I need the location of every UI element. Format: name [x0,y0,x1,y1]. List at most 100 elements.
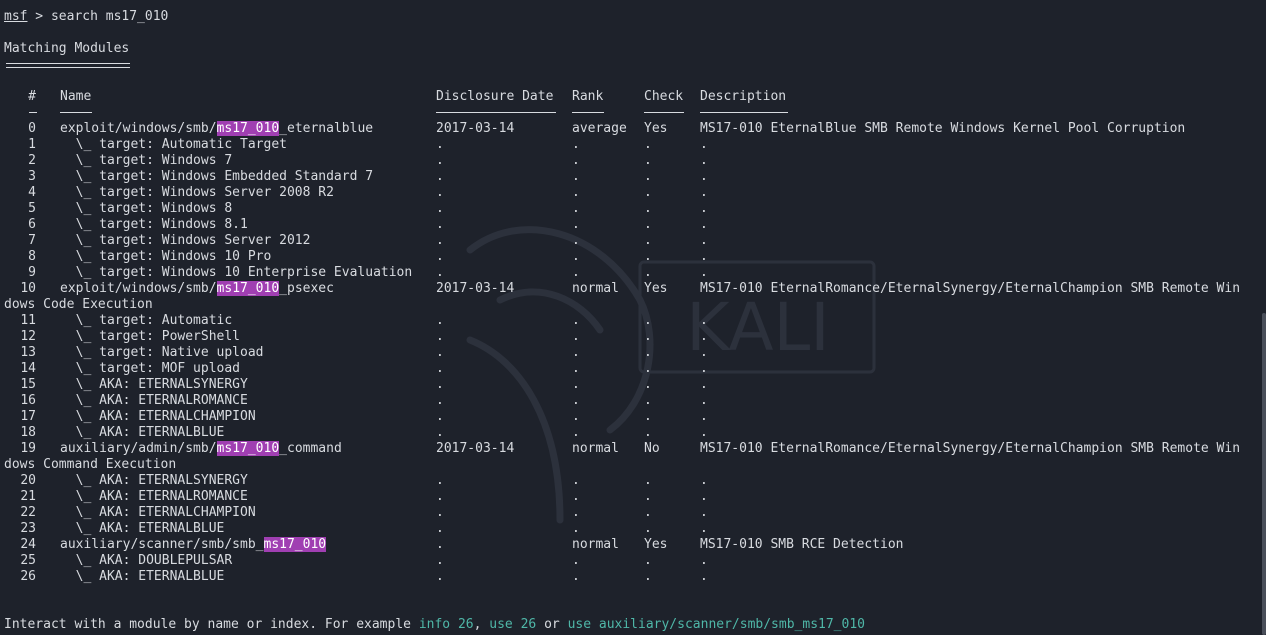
matching-modules-heading: Matching Modules [4,41,130,56]
disclosure-date: . [436,473,444,488]
row-number: 0 [28,121,36,136]
prompt-arrow: > [27,9,51,24]
description: . [700,489,708,504]
row-number: 3 [28,169,36,184]
check: . [644,169,652,184]
description: . [700,409,708,424]
module-name[interactable]: \_ AKA: ETERNALBLUE [60,521,225,537]
disclosure-date: . [436,201,444,216]
module-name[interactable]: exploit/windows/smb/ms17_010_psexec [60,281,334,297]
terminal-output[interactable]: msf > search ms17_010 Matching Modules #… [0,0,1266,635]
rank: . [572,409,580,424]
module-name-part: \_ AKA: ETERNALSYNERGY [60,473,248,488]
description-wrap: dows Code Execution [4,297,153,312]
use-index-command-link[interactable]: use 26 [489,617,536,632]
module-name-part: \_ AKA: ETERNALBLUE [60,569,225,584]
footer-text: Interact with a module by name or index.… [4,617,419,632]
rank: . [572,249,580,264]
row-number: 6 [28,217,36,232]
module-name-part: \_ target: MOF upload [60,361,241,376]
description: . [700,201,708,216]
rank: . [572,217,580,232]
disclosure-date: 2017-03-14 [436,441,515,456]
module-name[interactable]: \_ target: PowerShell [60,329,240,345]
search-match-highlight: ms17_010 [216,121,280,136]
disclosure-date: . [436,249,444,264]
disclosure-date: . [436,217,444,232]
check: . [644,473,652,488]
module-name[interactable]: exploit/windows/smb/ms17_010_eternalblue [60,121,373,137]
header-date: Disclosure Date [436,89,554,104]
rank: . [572,377,580,392]
module-name[interactable]: \_ target: Windows 10 Pro [60,249,272,265]
module-name[interactable]: \_ target: Windows 8.1 [60,217,248,233]
module-name[interactable]: \_ target: Native upload [60,345,264,361]
check: . [644,569,652,584]
use-module-command-link[interactable]: use auxiliary/scanner/smb/smb_ms17_010 [568,617,865,632]
module-name[interactable]: \_ AKA: ETERNALBLUE [60,569,225,585]
module-name[interactable]: \_ target: Windows 8 [60,201,233,217]
check: . [644,137,652,152]
disclosure-date: 2017-03-14 [436,121,515,136]
module-name[interactable]: \_ AKA: ETERNALBLUE [60,425,225,441]
disclosure-date: . [436,329,444,344]
module-name[interactable]: \_ AKA: ETERNALROMANCE [60,393,248,409]
header-name: Name [60,89,92,104]
module-name[interactable]: \_ AKA: ETERNALCHAMPION [60,409,256,425]
module-name-part: \_ AKA: ETERNALBLUE [60,521,225,536]
module-name[interactable]: \_ AKA: DOUBLEPULSAR [60,553,233,569]
module-name[interactable]: \_ target: Windows Embedded Standard 7 [60,169,373,185]
rank: . [572,137,580,152]
module-name[interactable]: \_ AKA: ETERNALSYNERGY [60,377,248,393]
description: . [700,137,708,152]
description: . [700,265,708,280]
description: . [700,393,708,408]
check: . [644,345,652,360]
row-number: 5 [28,201,36,216]
disclosure-date: . [436,169,444,184]
info-command-link[interactable]: info 26 [419,617,474,632]
check: . [644,553,652,568]
module-name[interactable]: \_ AKA: ETERNALCHAMPION [60,505,256,521]
search-match-highlight: ms17_010 [216,441,280,456]
disclosure-date: . [436,537,444,552]
description: MS17-010 SMB RCE Detection [700,537,904,552]
footer-sep-1: , [473,617,490,632]
rank: . [572,569,580,584]
row-number: 1 [28,137,36,152]
rank: . [572,521,580,536]
check: . [644,233,652,248]
description: . [700,313,708,328]
module-name[interactable]: \_ target: Automatic Target [60,137,287,153]
search-match-highlight: ms17_010 [216,281,280,296]
module-name[interactable]: \_ AKA: ETERNALSYNERGY [60,473,248,489]
module-name[interactable]: \_ target: Automatic [60,313,233,329]
module-name[interactable]: \_ AKA: ETERNALROMANCE [60,489,248,505]
module-name-part: \_ target: Automatic [60,313,233,328]
row-number: 2 [28,153,36,168]
disclosure-date: . [436,377,444,392]
module-name-part: _command [279,441,342,456]
disclosure-date: . [436,393,444,408]
module-name[interactable]: \_ target: Windows Server 2012 [60,233,311,249]
row-number: 19 [20,441,36,456]
module-name[interactable]: \_ target: Windows 10 Enterprise Evaluat… [60,265,413,281]
description: MS17-010 EternalBlue SMB Remote Windows … [700,121,1186,136]
module-name[interactable]: \_ target: Windows Server 2008 R2 [60,185,334,201]
module-name[interactable]: \_ target: MOF upload [60,361,240,377]
header-underline [60,112,92,113]
module-name-part: \_ AKA: DOUBLEPULSAR [60,553,233,568]
module-name-part: _eternalblue [279,121,374,136]
row-number: 25 [20,553,36,568]
module-name-part: \_ AKA: ETERNALROMANCE [60,489,248,504]
module-name[interactable]: auxiliary/scanner/smb/smb_ms17_010 [60,537,327,553]
description: . [700,361,708,376]
module-name[interactable]: \_ target: Windows 7 [60,153,233,169]
check: . [644,153,652,168]
description: . [700,217,708,232]
description: . [700,569,708,584]
description: MS17-010 EternalRomance/EternalSynergy/E… [700,441,1241,456]
check: . [644,425,652,440]
disclosure-date: . [436,505,444,520]
module-name[interactable]: auxiliary/admin/smb/ms17_010_command [60,441,342,457]
